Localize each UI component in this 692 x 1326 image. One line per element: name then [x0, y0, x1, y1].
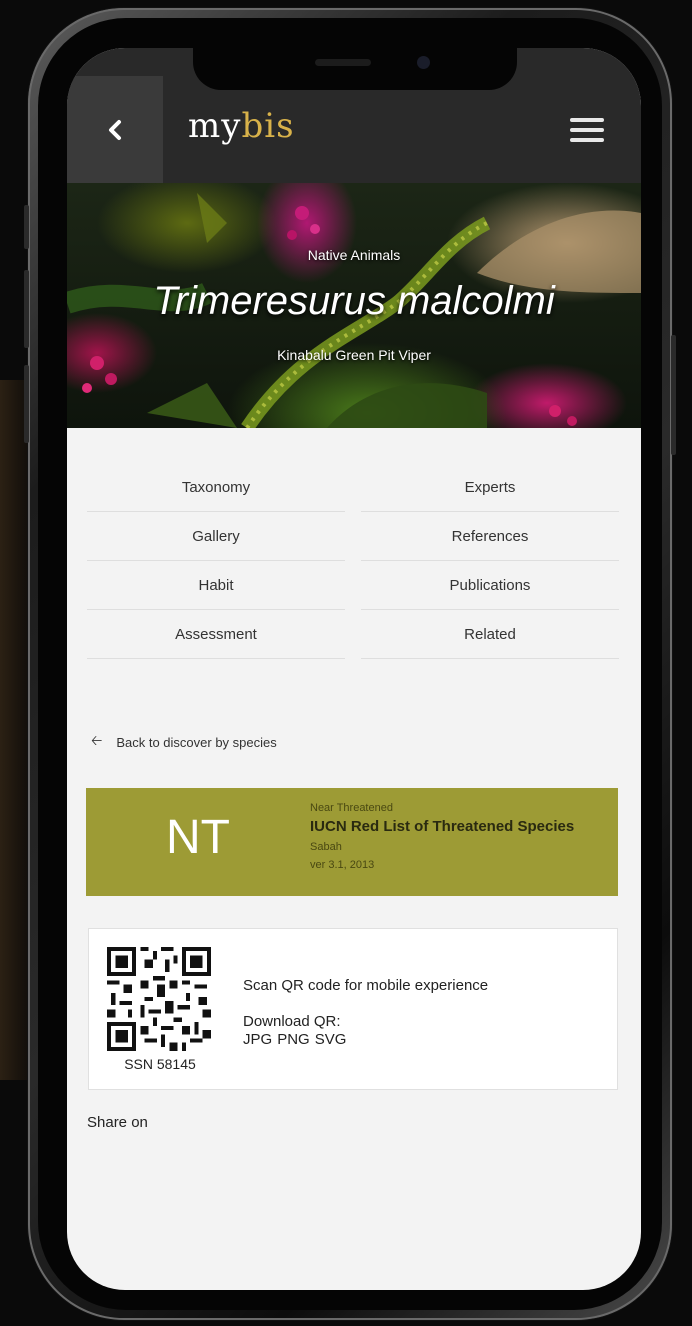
- conservation-status-box: NT Near Threatened IUCN Red List of Thre…: [86, 788, 618, 896]
- species-category: Native Animals: [307, 247, 401, 263]
- nav-taxonomy[interactable]: Taxonomy: [87, 463, 345, 512]
- ssn-number: SSN 58145: [124, 1056, 196, 1072]
- front-camera: [417, 56, 430, 69]
- phone-volume-up: [24, 270, 29, 348]
- menu-line: [570, 118, 604, 122]
- status-info: Near Threatened IUCN Red List of Threate…: [310, 800, 574, 874]
- menu-line: [570, 128, 604, 132]
- back-button[interactable]: [67, 76, 163, 183]
- nav-experts[interactable]: Experts: [361, 463, 619, 512]
- phone-screen: mybis Native Animals Trimeresurus malcol…: [67, 48, 641, 1290]
- phone-volume-down: [24, 365, 29, 443]
- species-scientific-name: Trimeresurus malcolmi: [153, 279, 555, 323]
- hamburger-menu-icon[interactable]: [570, 116, 606, 144]
- phone-side-button: [24, 205, 29, 249]
- status-title: IUCN Red List of Threatened Species: [310, 818, 575, 835]
- qr-download-label: Download QR:: [243, 1013, 341, 1030]
- species-nav-grid: Taxonomy Experts Gallery References Habi…: [87, 463, 619, 659]
- logo-text-my: my: [188, 106, 242, 146]
- phone-power-button: [671, 335, 676, 455]
- status-code: NT: [166, 811, 230, 864]
- download-png-link[interactable]: PNG: [277, 1031, 310, 1048]
- qr-format-links: JPG PNG SVG: [243, 1031, 351, 1048]
- menu-line: [570, 138, 604, 142]
- status-region: Sabah: [310, 841, 342, 853]
- back-link-label: Back to discover by species: [116, 734, 277, 750]
- logo[interactable]: mybis: [188, 106, 295, 146]
- species-common-name: Kinabalu Green Pit Viper: [277, 347, 431, 363]
- notch: [193, 48, 517, 90]
- download-svg-link[interactable]: SVG: [315, 1031, 347, 1048]
- qr-scan-text: Scan QR code for mobile experience: [243, 977, 489, 994]
- download-jpg-link[interactable]: JPG: [243, 1031, 272, 1048]
- qr-card: SSN 58145 Scan QR code for mobile experi…: [88, 928, 618, 1090]
- share-on-label: Share on: [87, 1114, 148, 1131]
- chevron-left-icon: [109, 119, 121, 140]
- status-label: Near Threatened: [310, 802, 393, 814]
- nav-habit[interactable]: Habit: [87, 561, 345, 610]
- nav-publications[interactable]: Publications: [361, 561, 619, 610]
- arrow-left-icon: 🡠: [91, 732, 103, 748]
- nav-assessment[interactable]: Assessment: [87, 610, 345, 659]
- speaker-grille: [315, 59, 371, 66]
- species-hero: Native Animals Trimeresurus malcolmi Kin…: [67, 183, 641, 428]
- nav-gallery[interactable]: Gallery: [87, 512, 345, 561]
- status-version: ver 3.1, 2013: [310, 859, 375, 871]
- logo-text-bis: bis: [241, 106, 295, 146]
- nav-references[interactable]: References: [361, 512, 619, 561]
- nav-related[interactable]: Related: [361, 610, 619, 659]
- qr-code[interactable]: [107, 947, 211, 1051]
- back-to-discover-link[interactable]: 🡠 Back to discover by species: [91, 730, 277, 754]
